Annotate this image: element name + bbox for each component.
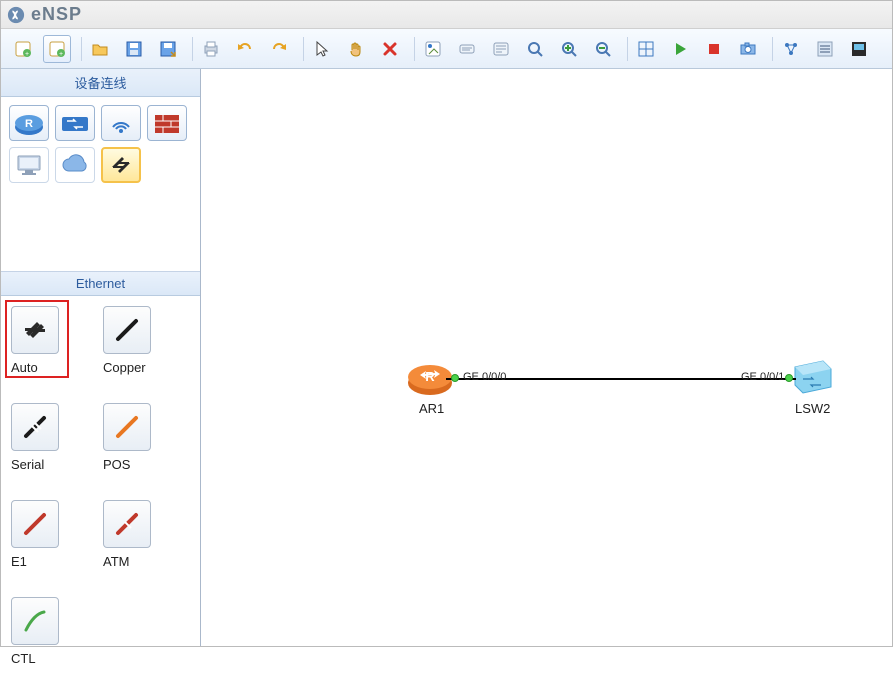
svg-text:+: +: [25, 51, 29, 58]
router-node[interactable]: R: [406, 357, 454, 397]
titlebar: eNSP: [1, 1, 892, 29]
sidebar: 设备连线 R: [1, 69, 201, 646]
save-button[interactable]: [120, 35, 148, 63]
zoom-in-button[interactable]: [555, 35, 583, 63]
undo-button[interactable]: [231, 35, 259, 63]
e1-cable[interactable]: E1: [11, 500, 71, 569]
palette-button[interactable]: [419, 35, 447, 63]
redo-button[interactable]: [265, 35, 293, 63]
text-note-area-button[interactable]: [487, 35, 515, 63]
node-label-router: AR1: [419, 401, 444, 416]
cables-panel-header: Ethernet: [1, 272, 200, 296]
copper-cable[interactable]: Copper: [103, 306, 163, 375]
text-note-button[interactable]: [453, 35, 481, 63]
grid-toggle-button[interactable]: [632, 35, 660, 63]
capture-button[interactable]: [734, 35, 762, 63]
svg-text:+: +: [59, 51, 63, 58]
wireless-category[interactable]: [101, 105, 141, 141]
connection-category[interactable]: [101, 147, 141, 183]
node-label-switch: LSW2: [795, 401, 830, 416]
cable-label: Serial: [11, 457, 44, 472]
pos-cable[interactable]: POS: [103, 403, 163, 472]
stop-devices-button[interactable]: [700, 35, 728, 63]
cable-label: Auto: [11, 360, 38, 375]
interface-label-right: GE 0/0/1: [741, 371, 784, 383]
link-endpoint-left: [451, 374, 459, 382]
devices-panel-header: 设备连线: [1, 69, 200, 97]
save-as-button[interactable]: [154, 35, 182, 63]
print-button[interactable]: [197, 35, 225, 63]
options-button[interactable]: [811, 35, 839, 63]
pointer-button[interactable]: [308, 35, 336, 63]
topology-canvas[interactable]: R GE 0/0/0 GE 0/0/1 AR1 LSW2: [201, 69, 892, 646]
link-endpoint-right: [785, 374, 793, 382]
cable-label: POS: [103, 457, 130, 472]
ctl-cable[interactable]: CTL: [11, 597, 71, 666]
svg-text:R: R: [425, 369, 435, 384]
auto-cable[interactable]: Auto: [11, 306, 71, 375]
new-topology-button[interactable]: +: [9, 35, 37, 63]
switch-node[interactable]: [791, 357, 835, 397]
interface-list-button[interactable]: [845, 35, 873, 63]
hand-button[interactable]: [342, 35, 370, 63]
pc-category[interactable]: [9, 147, 49, 183]
firewall-category[interactable]: [147, 105, 187, 141]
cable-label: E1: [11, 554, 27, 569]
serial-cable[interactable]: Serial: [11, 403, 71, 472]
cloud-category[interactable]: [55, 147, 95, 183]
switch-category[interactable]: [55, 105, 95, 141]
start-devices-button[interactable]: [666, 35, 694, 63]
app-title: eNSP: [31, 4, 82, 25]
zoom-fit-button[interactable]: [521, 35, 549, 63]
cable-palette: Auto Copper Serial POS E1: [1, 296, 200, 674]
main-toolbar: + +: [1, 29, 892, 69]
zoom-out-button[interactable]: [589, 35, 617, 63]
cable-label: CTL: [11, 651, 36, 666]
cable-label: Copper: [103, 360, 146, 375]
export-topology-button[interactable]: [777, 35, 805, 63]
new-topology-alt-button[interactable]: +: [43, 35, 71, 63]
svg-text:R: R: [25, 118, 33, 130]
atm-cable[interactable]: ATM: [103, 500, 163, 569]
app-logo-icon: [7, 6, 25, 24]
cable-label: ATM: [103, 554, 129, 569]
device-category-grid: R: [1, 97, 200, 272]
interface-label-left: GE 0/0/0: [463, 371, 506, 383]
delete-button[interactable]: [376, 35, 404, 63]
router-category[interactable]: R: [9, 105, 49, 141]
open-button[interactable]: [86, 35, 114, 63]
